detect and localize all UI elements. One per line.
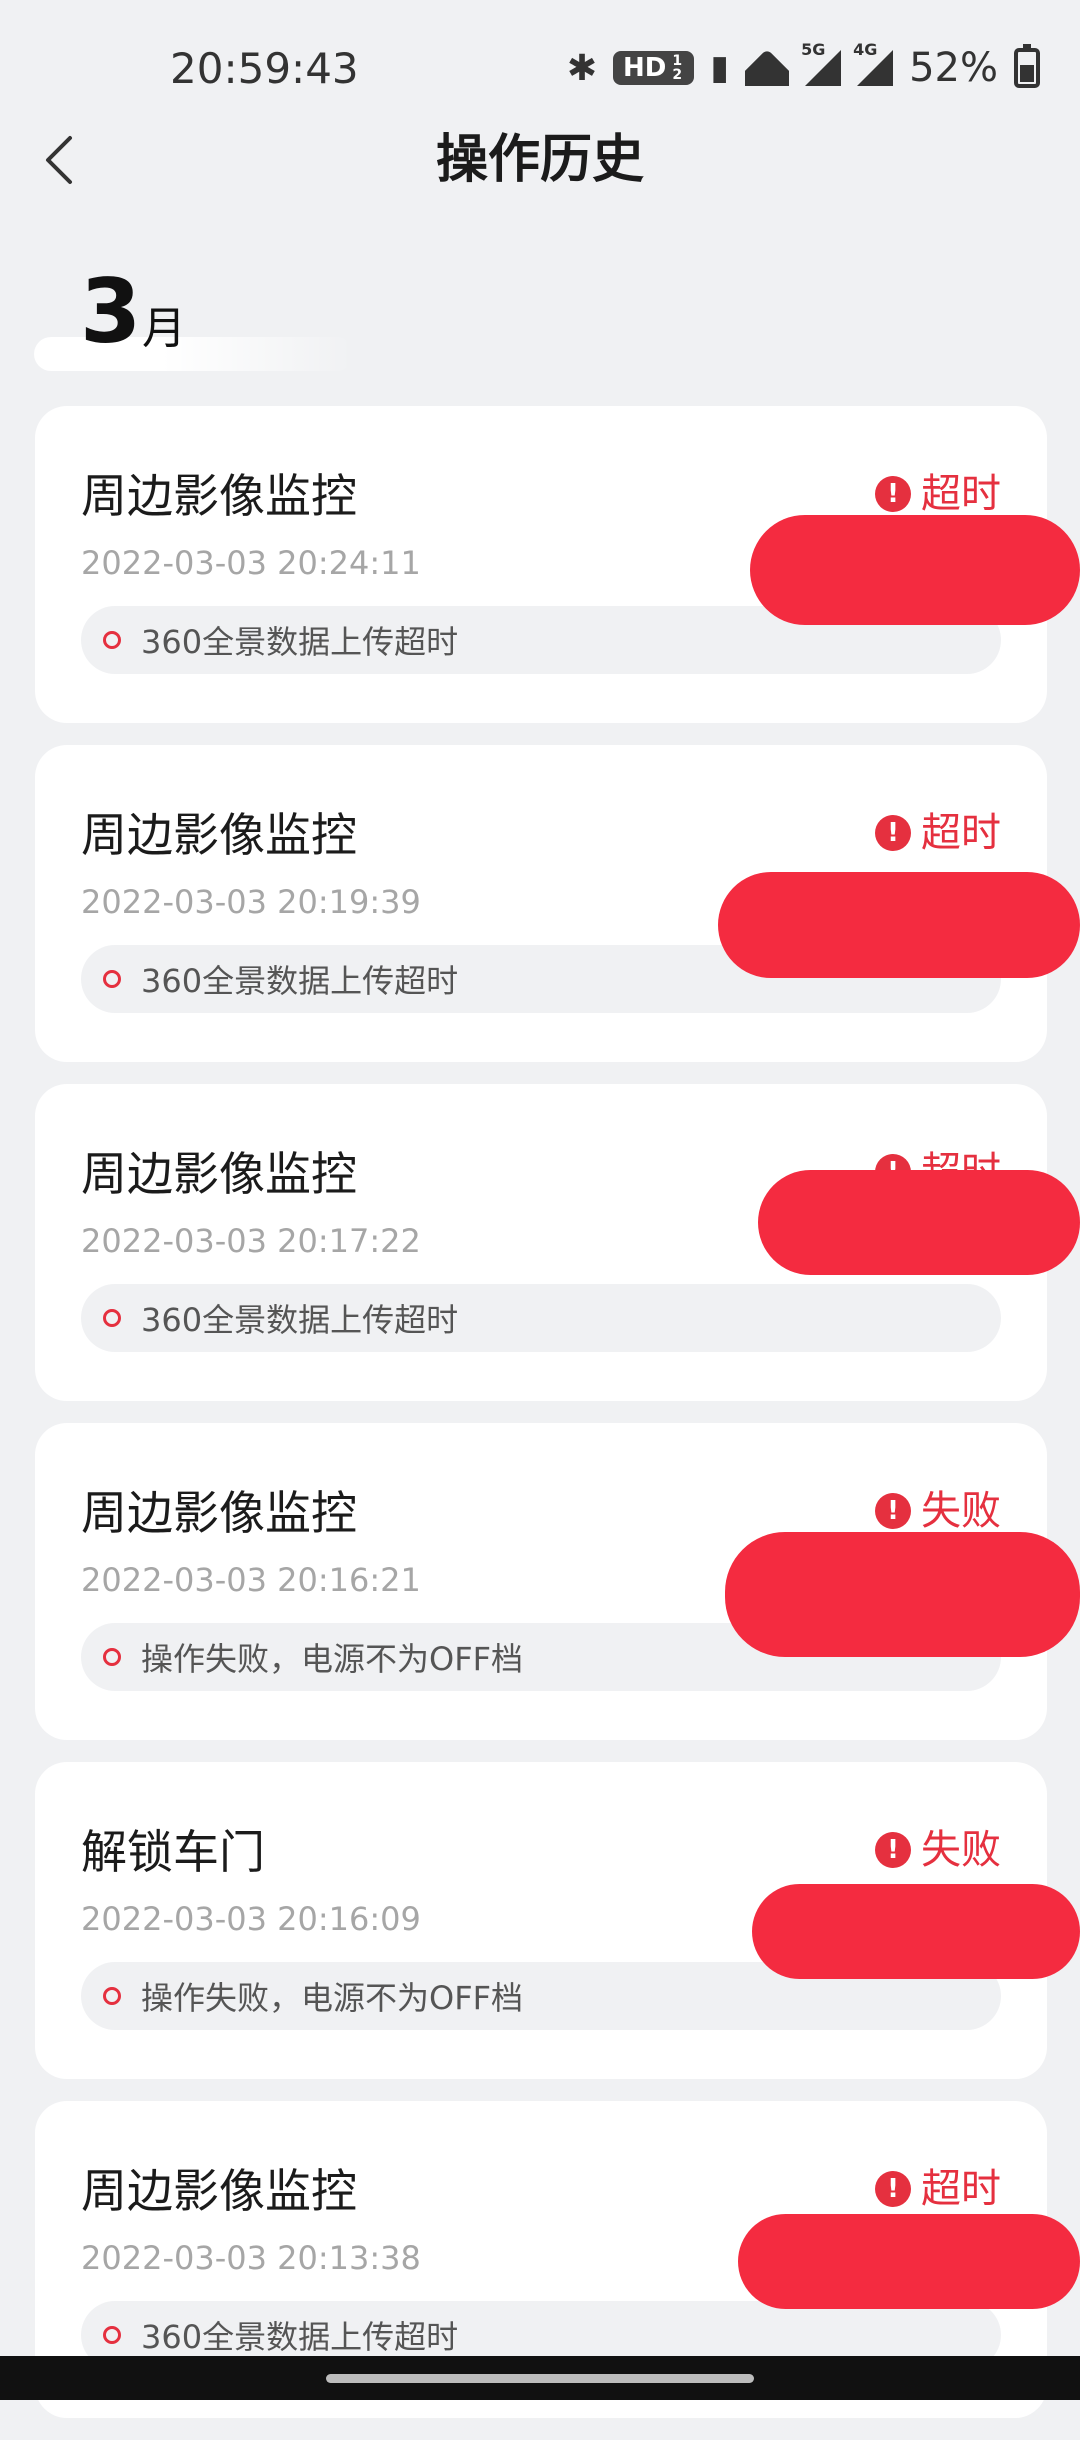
signal-4g-icon: 4G bbox=[853, 40, 894, 86]
battery-icon bbox=[1014, 44, 1040, 88]
record-time: 2022-03-03 20:16:21 bbox=[81, 1561, 421, 1599]
history-list: 周边影像监控 2022-03-03 20:24:11 ! 超时 360全景数据上… bbox=[35, 406, 1047, 2440]
vibrate-icon: ▮ bbox=[710, 48, 730, 88]
hd-voice-icon: HD 1 2 bbox=[613, 51, 695, 85]
record-title: 周边影像监控 bbox=[81, 808, 357, 862]
month-unit: 月 bbox=[142, 303, 186, 354]
status-time: 20:59:43 bbox=[170, 44, 359, 93]
month-number: 3 bbox=[80, 260, 142, 363]
record-time: 2022-03-03 20:19:39 bbox=[81, 883, 421, 921]
record-status: ! 超时 bbox=[875, 807, 1001, 859]
redaction-mark bbox=[738, 2214, 1080, 2309]
record-time: 2022-03-03 20:24:11 bbox=[81, 544, 421, 582]
record-time: 2022-03-03 20:13:38 bbox=[81, 2239, 421, 2277]
record-title: 周边影像监控 bbox=[81, 469, 357, 523]
record-title: 周边影像监控 bbox=[81, 1147, 357, 1201]
alert-icon: ! bbox=[875, 1832, 911, 1868]
record-status: ! 失败 bbox=[875, 1485, 1001, 1537]
signal-5g-icon: 5G bbox=[801, 40, 842, 86]
redaction-mark bbox=[725, 1532, 1080, 1657]
record-status-text: 超时 bbox=[921, 2166, 1001, 2212]
redaction-mark bbox=[718, 872, 1080, 978]
ring-icon bbox=[103, 970, 121, 988]
status-bar: 20:59:43 ✱ HD 1 2 ▮ 5G 4G 52% bbox=[0, 0, 1080, 120]
record-status: ! 失败 bbox=[875, 1824, 1001, 1876]
ring-icon bbox=[103, 1309, 121, 1327]
record-title: 解锁车门 bbox=[81, 1825, 265, 1879]
alert-icon: ! bbox=[875, 815, 911, 851]
record-status: ! 超时 bbox=[875, 2163, 1001, 2215]
redaction-mark bbox=[758, 1170, 1080, 1275]
ring-icon bbox=[103, 1987, 121, 2005]
record-time: 2022-03-03 20:16:09 bbox=[81, 1900, 421, 1938]
month-header: 3 月 bbox=[34, 262, 354, 372]
record-detail: 360全景数据上传超时 bbox=[81, 1284, 1001, 1352]
ring-icon bbox=[103, 2326, 121, 2344]
alert-icon: ! bbox=[875, 476, 911, 512]
record-title: 周边影像监控 bbox=[81, 2164, 357, 2218]
page-title: 操作历史 bbox=[435, 130, 644, 190]
record-detail-text: 操作失败，电源不为OFF档 bbox=[141, 1640, 524, 1678]
alert-icon: ! bbox=[875, 2171, 911, 2207]
record-status-text: 失败 bbox=[921, 1488, 1001, 1534]
record-detail-text: 操作失败，电源不为OFF档 bbox=[141, 1979, 524, 2017]
record-status-text: 失败 bbox=[921, 1827, 1001, 1873]
ring-icon bbox=[103, 1648, 121, 1666]
record-detail-text: 360全景数据上传超时 bbox=[141, 962, 459, 1000]
redaction-mark bbox=[750, 515, 1080, 625]
record-detail-text: 360全景数据上传超时 bbox=[141, 2318, 459, 2356]
status-icons: ✱ HD 1 2 ▮ 5G 4G 52% bbox=[567, 40, 1040, 96]
bluetooth-icon: ✱ bbox=[566, 47, 598, 89]
alert-icon: ! bbox=[875, 1493, 911, 1529]
record-status-text: 超时 bbox=[921, 810, 1001, 856]
battery-percent: 52% bbox=[909, 45, 998, 91]
record-title: 周边影像监控 bbox=[81, 1486, 357, 1540]
record-time: 2022-03-03 20:17:22 bbox=[81, 1222, 421, 1260]
home-gesture-handle[interactable] bbox=[326, 2374, 754, 2383]
ring-icon bbox=[103, 631, 121, 649]
record-status-text: 超时 bbox=[921, 471, 1001, 517]
record-detail-text: 360全景数据上传超时 bbox=[141, 1301, 459, 1339]
redaction-mark bbox=[752, 1884, 1080, 1979]
wifi-icon bbox=[745, 50, 789, 86]
record-status: ! 超时 bbox=[875, 468, 1001, 520]
record-detail-text: 360全景数据上传超时 bbox=[141, 623, 459, 661]
